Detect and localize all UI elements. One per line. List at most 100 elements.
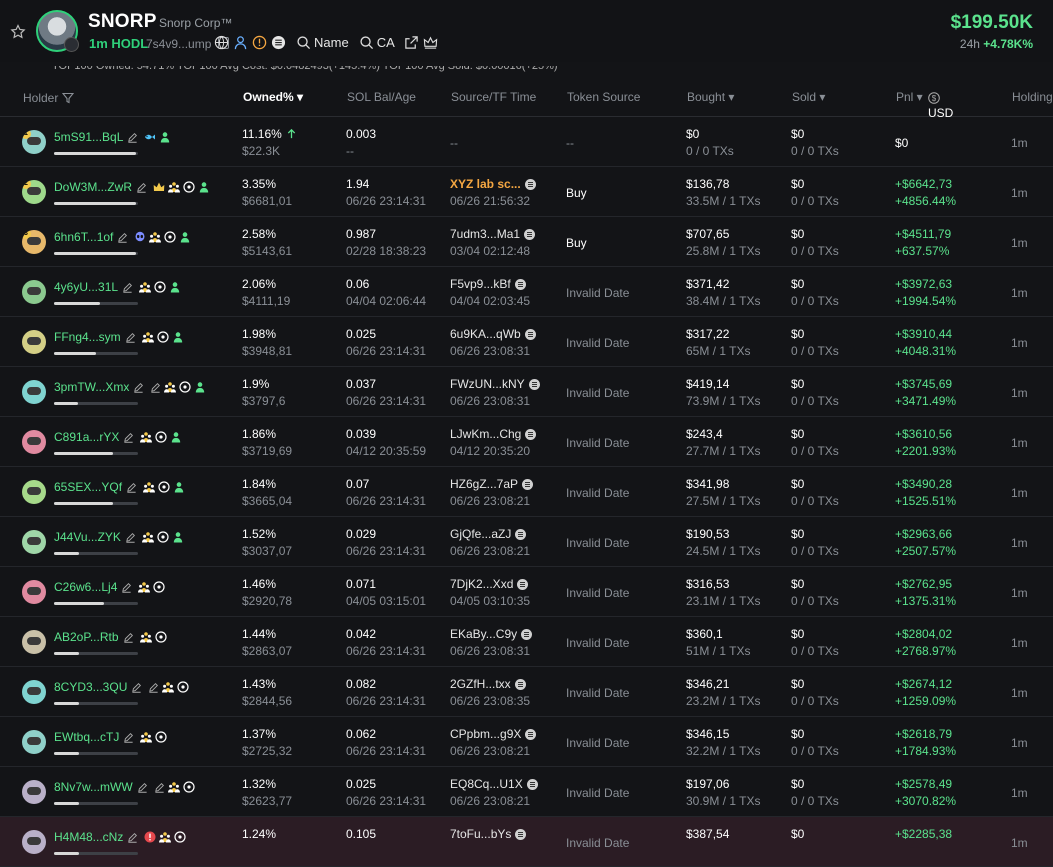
funding-source[interactable]: LJwKm...Chg (450, 427, 537, 441)
holder-address[interactable]: 6hn6T...1of (54, 230, 191, 244)
col-source[interactable]: Source/TF Time (451, 90, 536, 104)
holder-address[interactable]: H4M48...cNz (54, 830, 186, 844)
edit-icon[interactable] (133, 382, 144, 393)
edit-icon[interactable] (117, 232, 128, 243)
holder-address[interactable]: 5mS91...BqL (54, 130, 171, 144)
table-row[interactable]: H4M48...cNz 1.24% 0.105 7toFu...bYs Invalid … (0, 817, 1053, 867)
funding-source[interactable]: HZ6gZ...7aP (450, 477, 534, 491)
table-row[interactable]: 65SEX...YQf 1.84% $3665,04 0.07 06/26 23:14:… (0, 467, 1053, 517)
table-row[interactable]: EWtbq...cTJ 1.37% $2725,32 0.062 06/26 23:14… (0, 717, 1053, 767)
holder-address[interactable]: DoW3M...ZwR (54, 180, 210, 194)
edit-icon[interactable] (125, 532, 136, 543)
edit-icon[interactable] (126, 482, 137, 493)
table-row[interactable]: 2 DoW3M...ZwR 3.35% $6681,01 1.94 06/26 23:14… (0, 167, 1053, 217)
holder-address[interactable]: AB2oP...Rtb (54, 630, 167, 644)
col-sold[interactable]: Sold ▾ (792, 90, 825, 104)
funding-source[interactable]: 7udm3...Ma1 (450, 227, 536, 241)
table-row[interactable]: 3pmTW...Xmx 1.9% $3797,6 0.037 06/26 23:14:3… (0, 367, 1053, 417)
filter-icon[interactable] (61, 92, 74, 104)
target-icon (154, 281, 166, 293)
edit-icon[interactable] (131, 682, 142, 693)
holder-avatar[interactable] (22, 580, 46, 604)
edit-icon[interactable] (125, 332, 136, 343)
holder-address[interactable]: 3pmTW...Xmx (54, 380, 206, 394)
user-icon[interactable] (233, 35, 248, 50)
col-owned[interactable]: Owned% ▾ (243, 90, 303, 104)
edit-icon[interactable] (122, 282, 133, 293)
edit-icon[interactable] (127, 832, 138, 843)
holder-avatar[interactable] (22, 830, 46, 854)
transfer-time: 06/26 23:08:31 (450, 344, 531, 358)
holder-avatar[interactable]: 1 (22, 130, 46, 154)
funding-source[interactable]: GjQfe...aZJ (450, 527, 527, 541)
table-row[interactable]: FFng4...sym 1.98% $3948,81 0.025 06/26 23:14… (0, 317, 1053, 367)
holder-address[interactable]: EWtbq...cTJ (54, 730, 167, 744)
col-pnl[interactable]: Pnl ▾ (896, 90, 923, 104)
holder-avatar[interactable] (22, 330, 46, 354)
funding-source[interactable]: EKaBy...C9y (450, 627, 533, 641)
edit-icon[interactable] (136, 182, 147, 193)
funding-source[interactable]: XYZ lab sc... (450, 177, 536, 191)
holder-avatar[interactable] (22, 730, 46, 754)
holder-avatar[interactable] (22, 680, 46, 704)
token-avatar[interactable] (36, 10, 79, 52)
edit-alt-icon[interactable] (148, 682, 159, 693)
table-row[interactable]: 1 5mS91...BqL 11.16% $22.3K 0.003 -- -- -- $0 0 /… (0, 117, 1053, 167)
edit-icon[interactable] (123, 432, 134, 443)
funding-source[interactable]: 7toFu...bYs (450, 827, 527, 841)
funding-source[interactable]: EQ8Cq...U1X (450, 777, 538, 791)
holder-address[interactable]: 4y6yU...31L (54, 280, 181, 294)
search-ca-button[interactable]: CA (359, 35, 395, 50)
col-sol-bal[interactable]: SOL Bal/Age (347, 90, 416, 104)
globe-icon[interactable] (214, 35, 229, 50)
edit-icon[interactable] (123, 732, 134, 743)
holder-avatar[interactable] (22, 780, 46, 804)
edit-icon[interactable] (121, 582, 132, 593)
external-link-icon[interactable] (404, 35, 419, 50)
table-row[interactable]: 8Nv7w...mWW 1.32% $2623,77 0.025 06/26 23:14… (0, 767, 1053, 817)
holder-address[interactable]: FFng4...sym (54, 330, 184, 344)
edit-icon[interactable] (127, 132, 138, 143)
edit-alt-icon[interactable] (150, 382, 161, 393)
funding-source[interactable]: F5vp9...kBf (450, 277, 526, 291)
coin-icon[interactable] (271, 35, 286, 50)
funding-source[interactable]: 7DjK2...Xxd (450, 577, 529, 591)
usd-toggle[interactable]: USD $ (928, 90, 953, 120)
holder-address[interactable]: 8CYD3...3QU (54, 680, 189, 694)
col-holder[interactable]: Holder (23, 90, 74, 105)
crown-icon[interactable] (423, 35, 438, 50)
holder-address[interactable]: C26w6...Lj4 (54, 580, 165, 594)
edit-alt-icon[interactable] (154, 782, 165, 793)
edit-icon[interactable] (137, 782, 148, 793)
warning-icon[interactable] (252, 35, 267, 50)
col-bought[interactable]: Bought ▾ (687, 90, 734, 104)
table-row[interactable]: J44Vu...ZYK 1.52% $3037,07 0.029 06/26 23:14… (0, 517, 1053, 567)
holder-address[interactable]: 8Nv7w...mWW (54, 780, 195, 794)
col-token-source[interactable]: Token Source (567, 90, 640, 104)
holder-avatar[interactable]: 2 (22, 180, 46, 204)
funding-source[interactable]: 6u9KA...qWb (450, 327, 536, 341)
table-row[interactable]: C26w6...Lj4 1.46% $2920,78 0.071 04/05 03:15… (0, 567, 1053, 617)
funding-source[interactable]: FWzUN...kNY (450, 377, 540, 391)
holder-avatar[interactable] (22, 480, 46, 504)
holder-avatar[interactable] (22, 380, 46, 404)
table-row[interactable]: 4y6yU...31L 2.06% $4111,19 0.06 04/04 02:06:… (0, 267, 1053, 317)
table-row[interactable]: C891a...rYX 1.86% $3719,69 0.039 04/12 20:35… (0, 417, 1053, 467)
holder-avatar[interactable] (22, 530, 46, 554)
star-icon[interactable] (10, 24, 26, 40)
holder-avatar[interactable] (22, 430, 46, 454)
holder-address[interactable]: C891a...rYX (54, 430, 182, 444)
holder-avatar[interactable] (22, 630, 46, 654)
table-row[interactable]: AB2oP...Rtb 1.44% $2863,07 0.042 06/26 23:14… (0, 617, 1053, 667)
holder-address[interactable]: 65SEX...YQf (54, 480, 185, 494)
table-row[interactable]: 8CYD3...3QU 1.43% $2844,56 0.082 06/26 23:14… (0, 667, 1053, 717)
holder-avatar[interactable]: 3 (22, 230, 46, 254)
holder-avatar[interactable] (22, 280, 46, 304)
search-name-button[interactable]: Name (296, 35, 349, 50)
edit-icon[interactable] (123, 632, 134, 643)
funding-source[interactable]: 2GZfH...txx (450, 677, 526, 691)
col-holding[interactable]: Holding (1012, 90, 1053, 104)
table-row[interactable]: 3 6hn6T...1of 2.58% $5143,61 0.987 02/28 18:3… (0, 217, 1053, 267)
funding-source[interactable]: CPpbm...g9X (450, 727, 537, 741)
holder-address[interactable]: J44Vu...ZYK (54, 530, 184, 544)
